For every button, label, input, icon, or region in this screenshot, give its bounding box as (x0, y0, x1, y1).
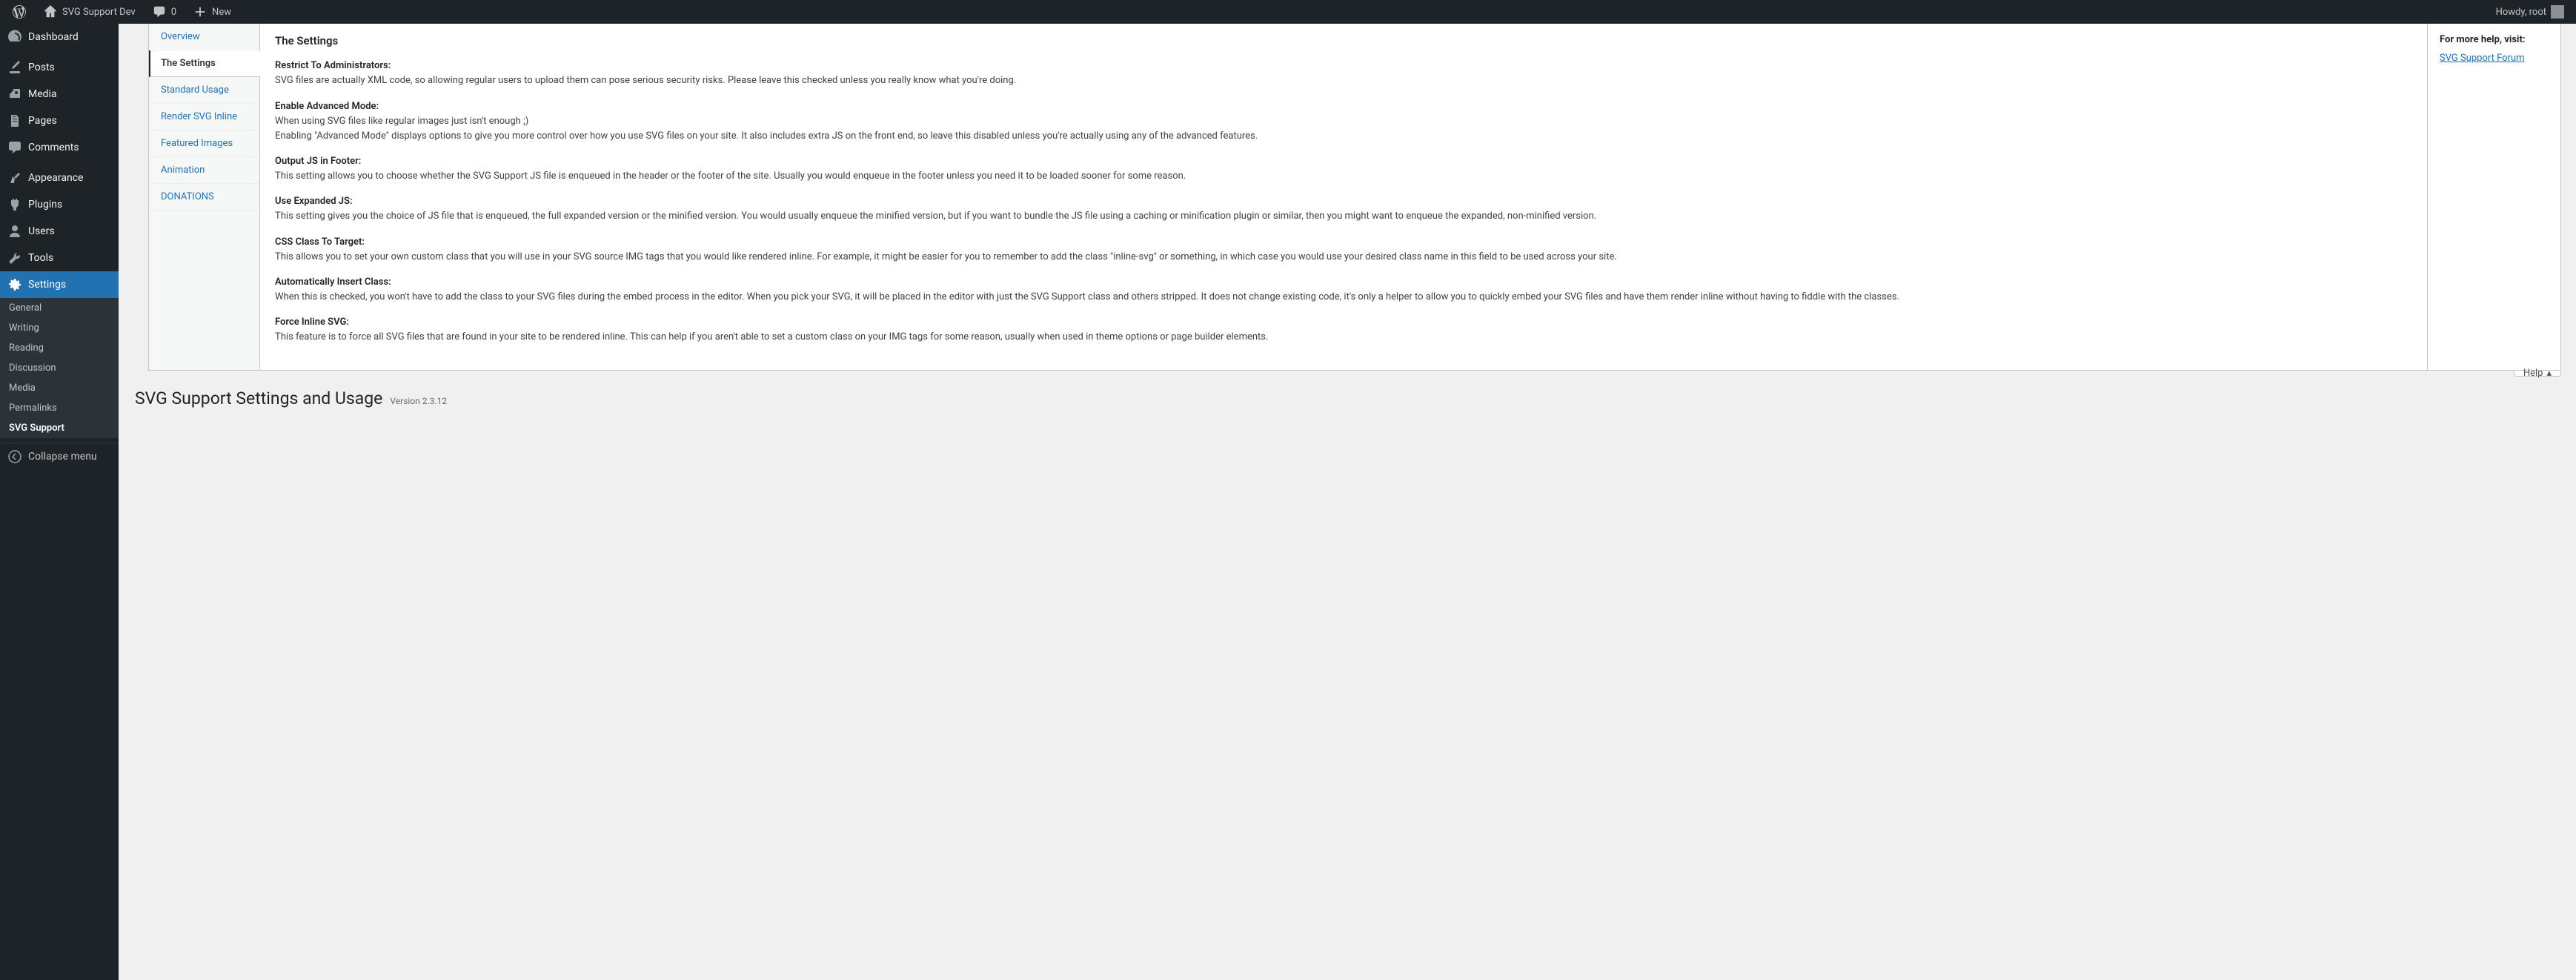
howdy-label: Howdy, root (2496, 7, 2546, 18)
settings-icon (7, 277, 22, 292)
menu-plugins[interactable]: Plugins (0, 191, 119, 218)
help-tab-standard-usage[interactable]: Standard Usage (149, 77, 259, 104)
site-name-menu[interactable]: SVG Support Dev (37, 0, 142, 24)
pages-icon (7, 113, 22, 128)
help-content-title: The Settings (275, 33, 2412, 50)
section-body: This setting gives you the choice of JS … (275, 211, 1596, 222)
menu-label: Comments (28, 142, 79, 153)
section-body: This allows you to set your own custom c… (275, 251, 1617, 262)
menu-label: Pages (28, 115, 57, 127)
menu-label: Dashboard (28, 31, 79, 43)
dashboard-icon (7, 30, 22, 44)
menu-tools[interactable]: Tools (0, 245, 119, 271)
admin-sidebar: Dashboard Posts Media Pages Comments App… (0, 24, 119, 980)
menu-label: Plugins (28, 199, 62, 211)
submenu-reading[interactable]: Reading (0, 338, 119, 358)
page-version: Version 2.3.12 (390, 396, 447, 406)
collapse-menu[interactable]: Collapse menu (0, 443, 119, 470)
menu-pages[interactable]: Pages (0, 107, 119, 134)
submenu-discussion[interactable]: Discussion (0, 358, 119, 378)
section-heading: Restrict To Administrators: (275, 60, 391, 71)
menu-dashboard[interactable]: Dashboard (0, 24, 119, 50)
help-tab-donations[interactable]: DONATIONS (149, 184, 259, 211)
admin-bar-left: SVG Support Dev 0 New (6, 0, 237, 24)
menu-users[interactable]: Users (0, 218, 119, 245)
appearance-icon (7, 170, 22, 185)
section-heading: Output JS in Footer: (275, 156, 361, 167)
settings-submenu: General Writing Reading Discussion Media… (0, 298, 119, 438)
wp-logo-menu[interactable] (6, 0, 33, 24)
section-heading: Automatically Insert Class: (275, 277, 391, 288)
menu-settings[interactable]: Settings (0, 271, 119, 298)
home-icon (43, 4, 58, 19)
menu-label: Settings (28, 279, 66, 291)
submenu-general[interactable]: General (0, 298, 119, 318)
section-body: This setting allows you to choose whethe… (275, 170, 1186, 182)
menu-label: Posts (28, 62, 55, 73)
help-panel: Overview The Settings Standard Usage Ren… (148, 24, 2561, 371)
help-sidebar: For more help, visit: SVG Support Forum (2427, 24, 2560, 370)
users-icon (7, 224, 22, 239)
help-tabs: Overview The Settings Standard Usage Ren… (149, 24, 260, 370)
media-icon (7, 87, 22, 102)
submenu-permalinks[interactable]: Permalinks (0, 398, 119, 418)
comments-count: 0 (171, 7, 176, 18)
help-tab-render-svg-inline[interactable]: Render SVG Inline (149, 104, 259, 130)
main-content: Overview The Settings Standard Usage Ren… (119, 24, 2576, 980)
help-tab-animation[interactable]: Animation (149, 157, 259, 184)
page-title-row: SVG Support Settings and Usage Version 2… (133, 388, 2561, 408)
collapse-label: Collapse menu (28, 451, 97, 463)
section-body: When using SVG files like regular images… (275, 116, 1258, 142)
tools-icon (7, 251, 22, 265)
new-content-menu[interactable]: New (187, 0, 237, 24)
comments-menu[interactable]: 0 (146, 0, 182, 24)
section-body: SVG files are actually XML code, so allo… (275, 75, 1016, 86)
section-body: This feature is to force all SVG files t… (275, 331, 1268, 342)
site-name-label: SVG Support Dev (62, 7, 136, 18)
menu-posts[interactable]: Posts (0, 54, 119, 81)
menu-label: Users (28, 225, 55, 237)
caret-up-icon: ▴ (2546, 368, 2552, 379)
posts-icon (7, 60, 22, 75)
help-side-heading: For more help, visit: (2440, 34, 2549, 45)
section-heading: Use Expanded JS: (275, 196, 353, 207)
account-menu[interactable]: Howdy, root (2490, 0, 2570, 24)
help-toggle-label: Help (2523, 368, 2543, 379)
admin-bar-right: Howdy, root (2490, 0, 2570, 24)
section-heading: CSS Class To Target: (275, 236, 365, 248)
comments-icon (7, 140, 22, 155)
menu-comments[interactable]: Comments (0, 134, 119, 161)
section-body: When this is checked, you won't have to … (275, 291, 1899, 302)
plugins-icon (7, 197, 22, 212)
help-content: The Settings Restrict To Administrators:… (260, 24, 2427, 370)
wordpress-logo-icon (12, 4, 27, 19)
new-label: New (212, 7, 231, 18)
admin-bar: SVG Support Dev 0 New Howdy, root (0, 0, 2576, 24)
svg-support-forum-link[interactable]: SVG Support Forum (2440, 53, 2525, 64)
menu-label: Tools (28, 252, 53, 264)
menu-label: Appearance (28, 172, 83, 184)
plus-icon (193, 4, 208, 19)
help-tab-featured-images[interactable]: Featured Images (149, 130, 259, 157)
menu-label: Media (28, 88, 57, 100)
section-heading: Force Inline SVG: (275, 317, 349, 328)
submenu-media[interactable]: Media (0, 378, 119, 398)
submenu-svg-support[interactable]: SVG Support (0, 418, 119, 438)
section-heading: Enable Advanced Mode: (275, 101, 379, 112)
menu-media[interactable]: Media (0, 81, 119, 107)
help-toggle[interactable]: Help ▴ (2514, 371, 2561, 377)
menu-appearance[interactable]: Appearance (0, 165, 119, 191)
avatar (2551, 5, 2564, 19)
comment-icon (152, 4, 167, 19)
page-title: SVG Support Settings and Usage (135, 388, 382, 408)
help-tab-overview[interactable]: Overview (149, 24, 259, 50)
help-tab-the-settings[interactable]: The Settings (149, 50, 260, 77)
submenu-writing[interactable]: Writing (0, 318, 119, 338)
collapse-icon (7, 449, 22, 464)
